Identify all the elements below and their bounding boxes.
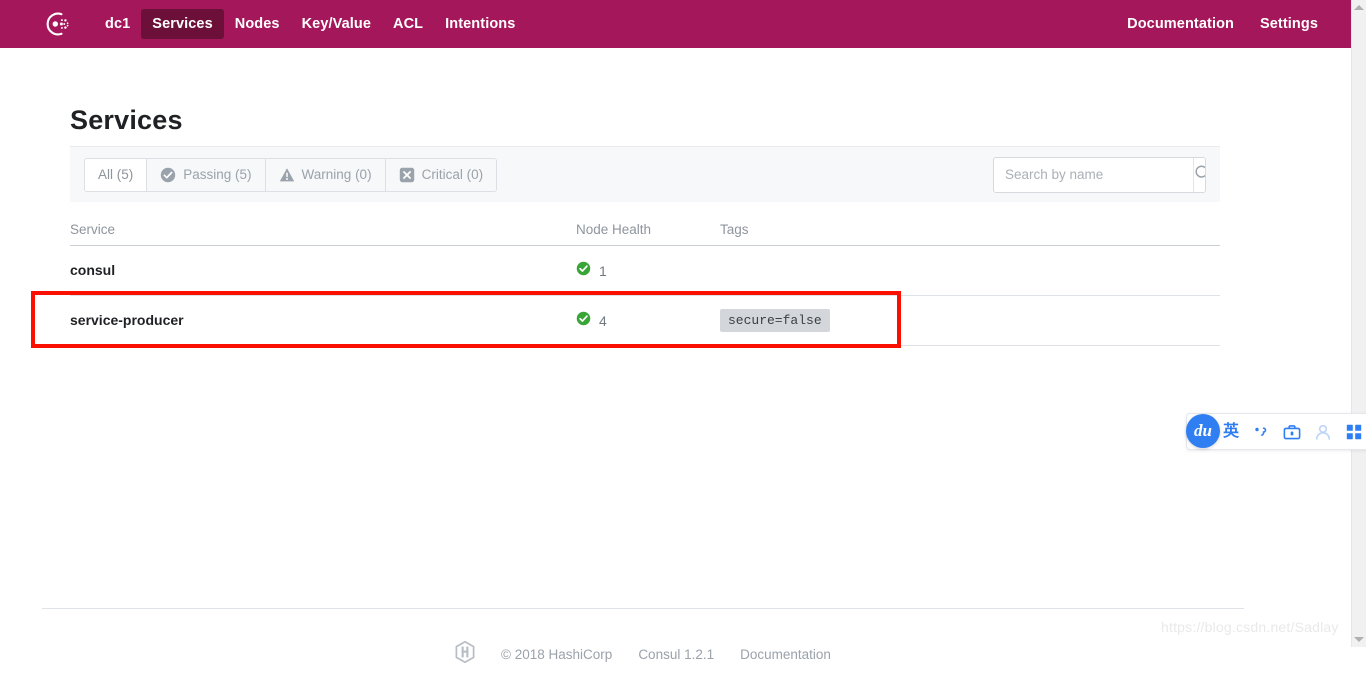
page-footer: © 2018 HashiCorp Consul 1.2.1 Documentat…	[42, 608, 1244, 694]
filter-tab-warning-label: Warning (0)	[302, 160, 372, 190]
nav-item-datacenter[interactable]: dc1	[94, 9, 141, 39]
consul-logo[interactable]	[42, 9, 72, 39]
filter-tab-critical-label: Critical (0)	[422, 160, 484, 190]
table-row[interactable]: consul 1	[70, 246, 1220, 296]
services-table: Service Node Health Tags consul 1	[70, 214, 1220, 346]
search-icon	[1194, 164, 1206, 185]
filter-tab-warning[interactable]: Warning (0)	[266, 159, 386, 191]
service-name-link[interactable]: service-producer	[70, 312, 184, 328]
filter-tab-all-label: All (5)	[98, 160, 133, 190]
filter-tab-critical[interactable]: Critical (0)	[386, 159, 497, 191]
column-header-service: Service	[70, 222, 576, 237]
punctuation-icon[interactable]	[1252, 423, 1270, 441]
table-row[interactable]: service-producer 4 secure=false	[70, 296, 1220, 346]
nav-item-settings[interactable]: Settings	[1247, 9, 1331, 39]
search-box	[993, 157, 1206, 193]
nav-item-documentation[interactable]: Documentation	[1114, 9, 1247, 39]
baidu-ime-logo[interactable]: du	[1186, 414, 1220, 448]
search-input[interactable]	[994, 158, 1193, 192]
secondary-nav: Documentation Settings	[1114, 9, 1331, 39]
search-button[interactable]	[1193, 158, 1206, 192]
toolbox-icon[interactable]	[1283, 423, 1301, 441]
nav-item-acl[interactable]: ACL	[382, 9, 434, 39]
critical-x-icon	[399, 167, 415, 183]
filter-bar: All (5) Passing (5)	[70, 146, 1220, 202]
column-header-tags: Tags	[720, 222, 1220, 237]
health-passing-count: 1	[599, 263, 607, 279]
table-header-row: Service Node Health Tags	[70, 214, 1220, 246]
filter-tab-passing-label: Passing (5)	[183, 160, 251, 190]
hashicorp-logo	[455, 641, 475, 668]
check-circle-icon	[160, 167, 176, 183]
user-account-icon[interactable]	[1314, 423, 1332, 441]
health-passing-icon	[576, 261, 591, 281]
primary-nav: dc1 Services Nodes Key/Value ACL Intenti…	[94, 9, 526, 39]
csdn-watermark: https://blog.csdn.net/Sadlay	[1161, 619, 1339, 635]
column-header-node-health: Node Health	[576, 222, 720, 237]
service-tag: secure=false	[720, 309, 830, 332]
footer-copyright: © 2018 HashiCorp	[501, 647, 612, 662]
nav-item-intentions[interactable]: Intentions	[434, 9, 526, 39]
baidu-ime-toolbar[interactable]: du 英	[1186, 413, 1366, 450]
filter-tab-passing[interactable]: Passing (5)	[147, 159, 265, 191]
scroll-down-arrow-icon[interactable]	[1354, 637, 1364, 642]
health-passing-count: 4	[599, 313, 607, 329]
nav-item-services[interactable]: Services	[141, 9, 223, 39]
footer-documentation-link[interactable]: Documentation	[740, 647, 831, 662]
service-tags: secure=false	[720, 309, 1220, 332]
warning-triangle-icon	[279, 167, 295, 183]
nav-item-nodes[interactable]: Nodes	[224, 9, 291, 39]
apps-grid-icon[interactable]	[1345, 423, 1363, 441]
filter-tab-all[interactable]: All (5)	[85, 159, 147, 191]
health-filter-tabs: All (5) Passing (5)	[84, 158, 497, 192]
language-mode-english[interactable]: 英	[1223, 423, 1239, 441]
service-name-link[interactable]: consul	[70, 262, 115, 278]
nav-item-key-value[interactable]: Key/Value	[291, 9, 382, 39]
footer-version: Consul 1.2.1	[638, 647, 714, 662]
scroll-up-arrow-icon[interactable]	[1354, 5, 1364, 10]
main-content: Services All (5) Passing (5)	[0, 48, 1351, 647]
health-passing-icon	[576, 311, 591, 331]
page-title: Services	[70, 105, 183, 135]
top-navigation-bar: dc1 Services Nodes Key/Value ACL Intenti…	[0, 0, 1351, 48]
page-scrollbar[interactable]	[1351, 0, 1366, 647]
